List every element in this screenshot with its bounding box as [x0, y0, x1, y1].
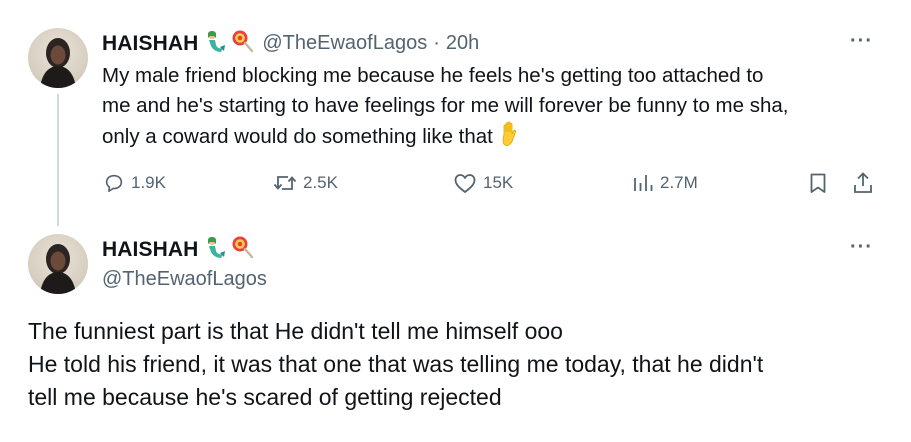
tweet-2-header: HAISHAH: [102, 235, 254, 264]
avatar[interactable]: [28, 28, 88, 88]
tweet-2-text: The funniest part is that He didn't tell…: [28, 318, 764, 410]
separator-dot: ·: [433, 32, 440, 54]
reply-button[interactable]: 1.9K: [103, 172, 166, 194]
more-options-button[interactable]: ···: [850, 30, 873, 53]
like-button[interactable]: 15K: [453, 172, 513, 194]
bookmark-icon: [810, 173, 826, 193]
views-button[interactable]: 2.7M: [632, 172, 698, 194]
avatar[interactable]: [28, 234, 88, 294]
mermaid-emoji: [202, 235, 226, 264]
timestamp[interactable]: 20h: [446, 32, 479, 55]
tweet-1-text-content: My male friend blocking me because he fe…: [102, 64, 789, 148]
tweet-1-text: My male friend blocking me because he fe…: [102, 61, 892, 156]
analytics-icon: [634, 175, 653, 191]
user-handle[interactable]: @TheEwaofLagos: [262, 32, 427, 55]
repost-icon: [273, 176, 297, 190]
display-name[interactable]: HAISHAH: [102, 238, 198, 262]
bookmark-button[interactable]: [808, 172, 828, 199]
share-button[interactable]: [852, 171, 874, 200]
repost-count: 2.5K: [303, 173, 338, 192]
user-handle[interactable]: @TheEwaofLagos: [102, 268, 267, 291]
like-count: 15K: [483, 173, 514, 192]
display-name[interactable]: HAISHAH: [102, 32, 198, 56]
share-icon: [854, 172, 872, 193]
view-count: 2.7M: [660, 173, 698, 192]
avatar-photo: [40, 38, 76, 88]
lollipop-emoji: [230, 235, 254, 264]
reply-count: 1.9K: [131, 173, 166, 192]
lollipop-emoji: [230, 29, 254, 58]
reply-icon: [105, 174, 123, 193]
tweet-1-header: HAISHAH @TheEwaofLagos · 20h: [102, 29, 479, 58]
heart-icon: [454, 174, 476, 193]
avatar-photo: [40, 244, 76, 294]
more-options-button[interactable]: ···: [850, 236, 873, 259]
thread-connector-line: [57, 94, 59, 226]
repost-button[interactable]: 2.5K: [273, 172, 338, 194]
raised-hand-emoji: [499, 121, 521, 156]
mermaid-emoji: [202, 29, 226, 58]
